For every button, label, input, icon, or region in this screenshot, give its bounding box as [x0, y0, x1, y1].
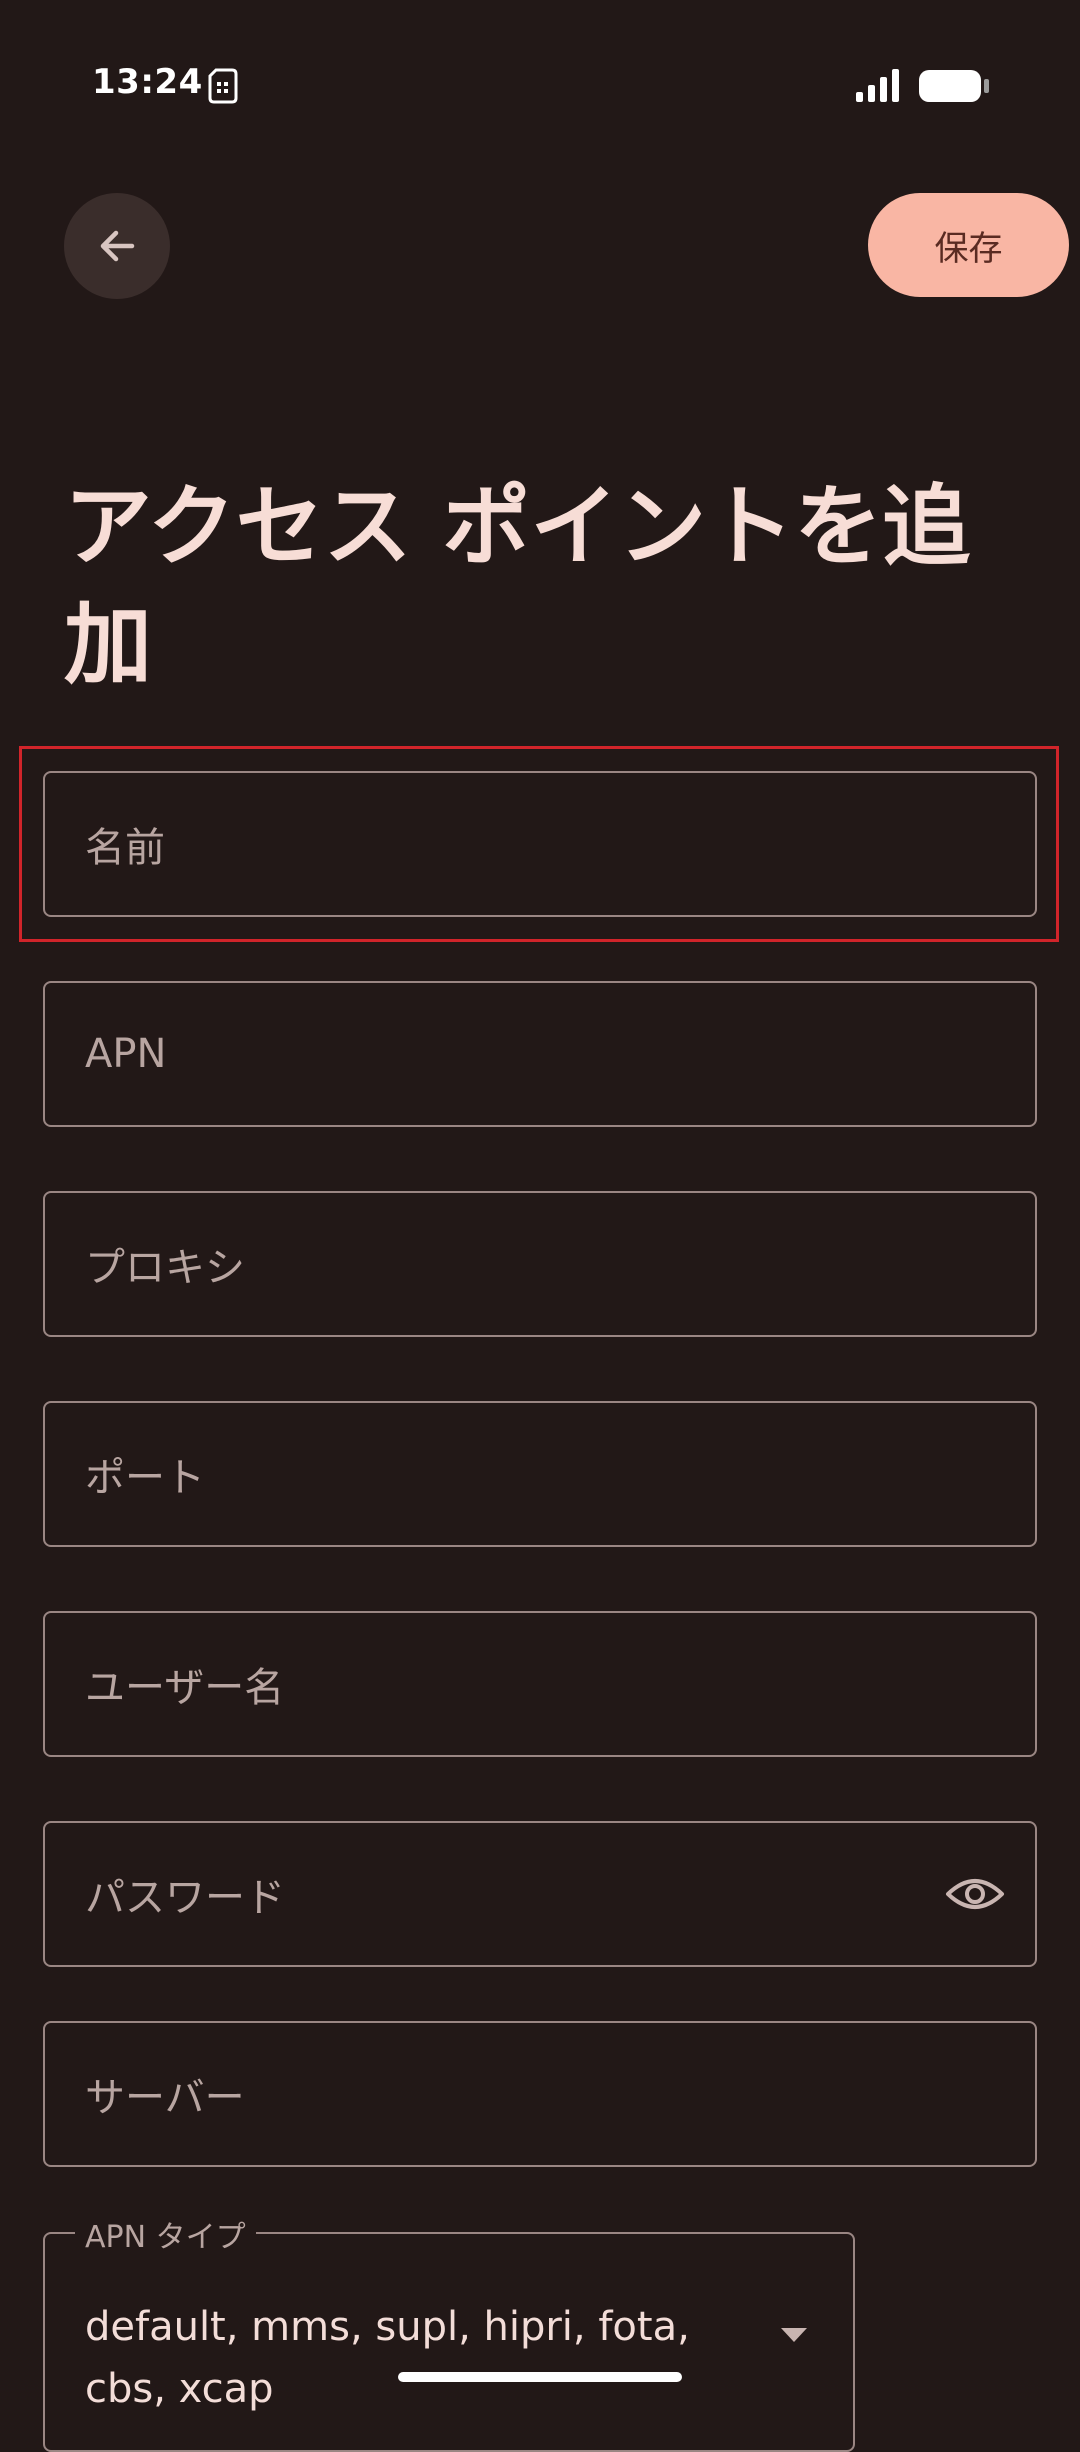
page-title: アクセス ポイントを追加 — [64, 475, 971, 696]
back-button[interactable] — [64, 193, 170, 299]
password-field-placeholder: パスワード — [85, 1875, 285, 1921]
apn-type-select[interactable]: APN タイプ default, mms, supl, hipri, fota,… — [43, 2212, 855, 2452]
server-field-placeholder: サーバー — [85, 2075, 245, 2121]
save-button[interactable]: 保存 — [868, 193, 1069, 297]
dropdown-arrow-icon — [781, 2328, 807, 2342]
home-indicator[interactable] — [398, 2372, 682, 2382]
name-field[interactable]: 名前 — [43, 771, 1037, 917]
name-field-placeholder: 名前 — [85, 825, 165, 871]
signal-icon — [856, 69, 899, 102]
apn-field[interactable]: APN — [43, 981, 1037, 1127]
proxy-field-placeholder: プロキシ — [85, 1245, 245, 1291]
apn-field-placeholder: APN — [85, 1031, 167, 1077]
proxy-field[interactable]: プロキシ — [43, 1191, 1037, 1337]
apn-type-label: APN タイプ — [75, 2212, 256, 2256]
password-field[interactable]: パスワード — [43, 1821, 1037, 1967]
sim-card-icon — [208, 68, 238, 104]
arrow-left-icon — [100, 230, 135, 262]
port-field-placeholder: ポート — [85, 1455, 205, 1501]
username-field-placeholder: ユーザー名 — [85, 1665, 285, 1711]
battery-icon — [919, 70, 989, 102]
eye-icon[interactable] — [945, 1872, 1005, 1916]
apn-type-value: default, mms, supl, hipri, fota, cbs, xc… — [85, 2304, 690, 2412]
port-field[interactable]: ポート — [43, 1401, 1037, 1547]
server-field[interactable]: サーバー — [43, 2021, 1037, 2167]
status-bar: 13:24 — [0, 0, 1080, 170]
username-field[interactable]: ユーザー名 — [43, 1611, 1037, 1757]
status-time: 13:24 — [92, 62, 203, 102]
